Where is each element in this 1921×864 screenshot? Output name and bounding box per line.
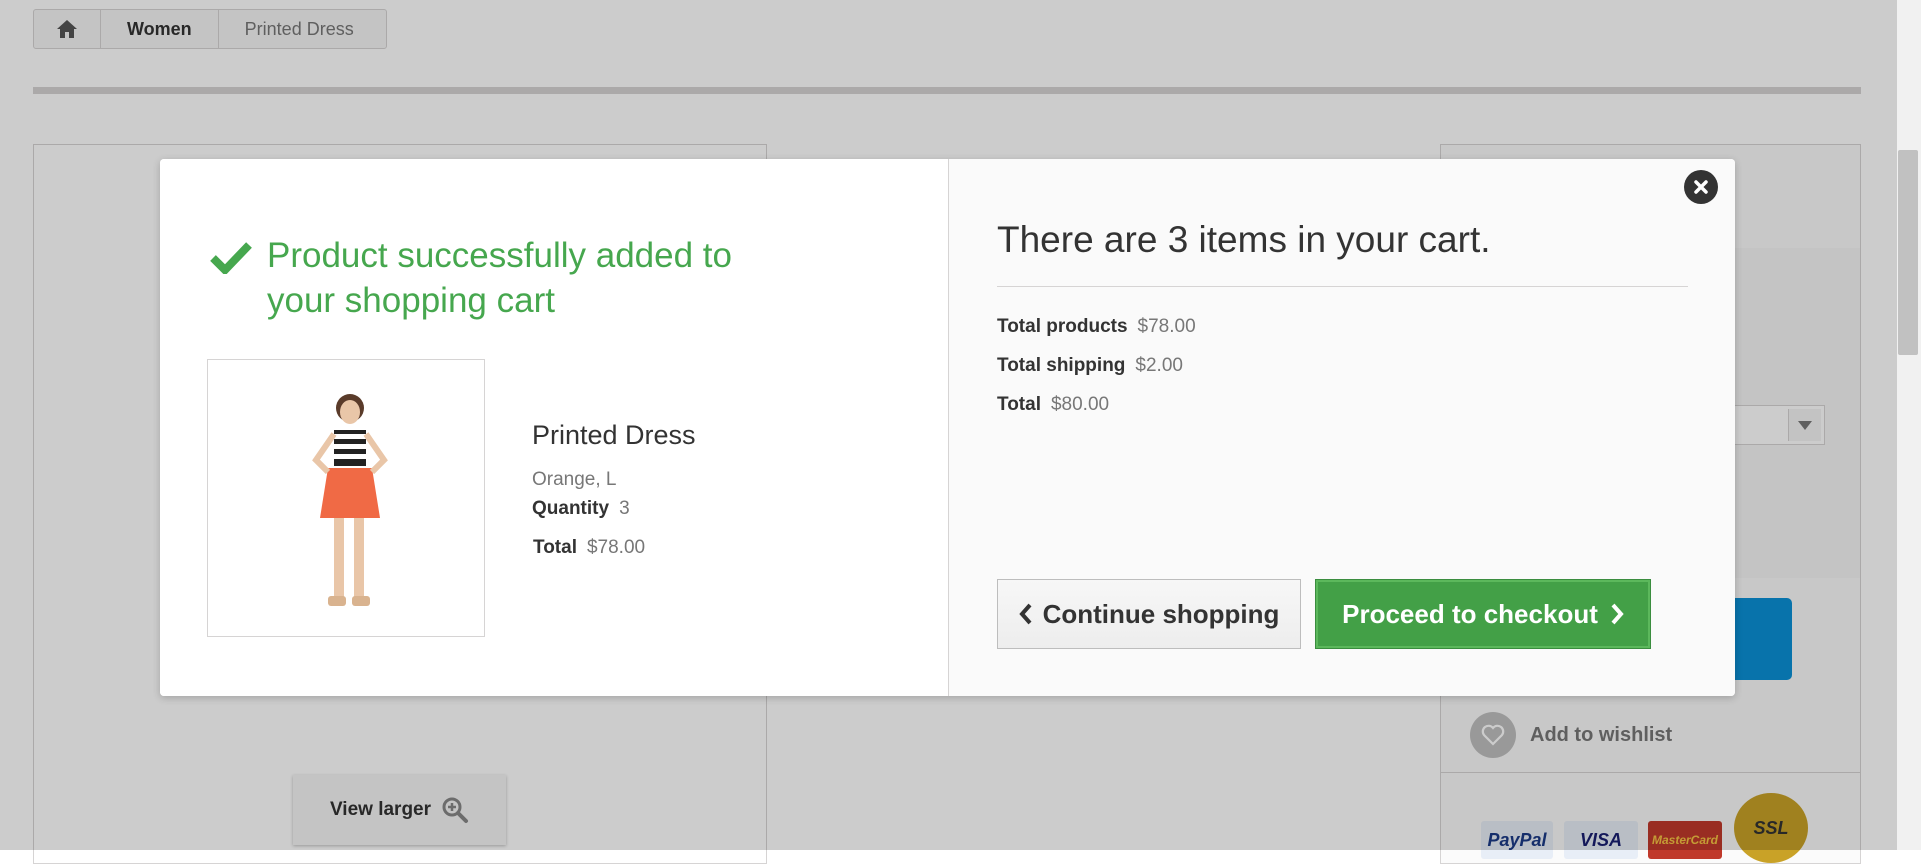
product-attributes: Orange, L — [532, 469, 617, 490]
proceed-to-checkout-label: Proceed to checkout — [1342, 598, 1598, 629]
chevron-right-icon — [1611, 603, 1624, 625]
scrollbar-thumb[interactable] — [1898, 150, 1918, 355]
summary-value: $2.00 — [1135, 355, 1183, 376]
quantity-value: 3 — [619, 498, 630, 519]
cart-count-message: There are 3 items in your cart. — [997, 219, 1491, 260]
product-quantity: Quantity 3 — [532, 498, 630, 520]
product-total: Total $78.00 — [533, 537, 645, 559]
summary-total-shipping: Total shipping $2.00 — [997, 355, 1183, 377]
product-model-image — [312, 394, 388, 606]
summary-total-products: Total products $78.00 — [997, 316, 1196, 338]
close-button[interactable] — [1684, 170, 1718, 204]
summary-label: Total shipping — [997, 355, 1126, 376]
continue-shopping-label: Continue shopping — [1042, 598, 1280, 629]
quantity-label: Quantity — [532, 498, 610, 519]
product-name: Printed Dress — [532, 420, 696, 450]
summary-value: $80.00 — [1050, 394, 1110, 415]
proceed-to-checkout-button[interactable]: Proceed to checkout — [1315, 579, 1651, 649]
summary-label: Total — [997, 394, 1041, 415]
summary-total: Total $80.00 — [997, 394, 1109, 416]
close-icon — [1694, 180, 1708, 194]
chevron-left-icon — [1018, 603, 1032, 625]
product-total-value: $78.00 — [586, 537, 646, 558]
continue-shopping-button[interactable]: Continue shopping — [997, 579, 1301, 649]
summary-value: $78.00 — [1137, 316, 1196, 337]
divider — [997, 286, 1688, 287]
success-message: Product successfully added to your shopp… — [267, 236, 732, 320]
scrollbar-track[interactable] — [1897, 0, 1921, 850]
product-total-label: Total — [533, 537, 577, 558]
modal-product-section: Product successfully added to your shopp… — [160, 159, 948, 696]
cart-modal: Product successfully added to your shopp… — [160, 159, 1735, 696]
checkmark-icon — [210, 242, 252, 274]
modal-cart-section: There are 3 items in your cart. Total pr… — [948, 159, 1735, 696]
product-thumbnail — [207, 359, 485, 637]
summary-label: Total products — [997, 316, 1128, 337]
